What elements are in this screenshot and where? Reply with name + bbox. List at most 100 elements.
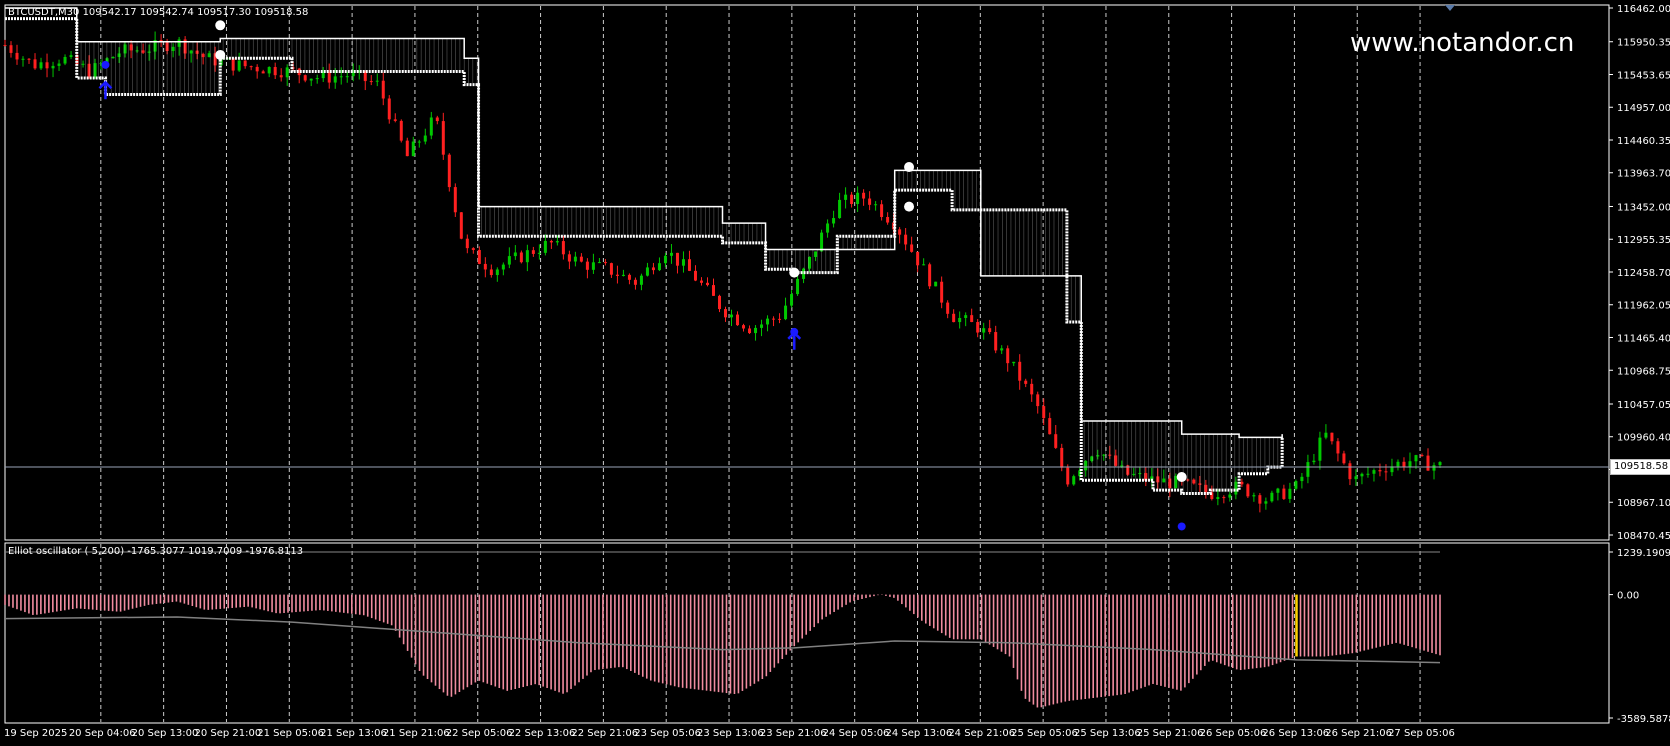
candle-body — [675, 252, 679, 266]
candle-body — [838, 199, 842, 219]
chart-header: BTCUSDT,M30 109542.17 109542.74 109517.3… — [8, 7, 308, 18]
candle-body — [423, 135, 427, 142]
candle-body — [934, 281, 938, 287]
price-axis-label: 108470.45 — [1617, 531, 1670, 542]
candle-body — [1066, 467, 1070, 485]
time-axis-label: 21 Sep 21:06 — [383, 728, 450, 739]
price-axis-label: 111465.40 — [1617, 333, 1670, 344]
candle-body — [856, 192, 860, 204]
candle-body — [1360, 473, 1364, 477]
candle-body — [63, 56, 67, 64]
price-axis-label: 115453.65 — [1617, 70, 1670, 81]
indicator-header: Elliot oscillator ( 5,200) -1765.3077 10… — [8, 546, 303, 557]
price-axis-label: 110457.05 — [1617, 400, 1670, 411]
candle-body — [699, 280, 703, 283]
candle-body — [1036, 394, 1040, 407]
candle-body — [1192, 479, 1196, 484]
candle-body — [820, 232, 824, 252]
candle-body — [832, 218, 836, 224]
time-axis-label: 23 Sep 21:06 — [760, 728, 827, 739]
candle-body — [459, 212, 463, 239]
candle-body — [585, 261, 589, 270]
candle-body — [711, 285, 715, 296]
candle-body — [850, 194, 854, 204]
time-axis-label: 25 Sep 05:06 — [1011, 728, 1078, 739]
candle-body — [417, 141, 421, 143]
candle-body — [730, 314, 734, 318]
candle-body — [1048, 418, 1052, 435]
candle-body — [874, 204, 878, 206]
price-axis-label: 115950.35 — [1617, 38, 1670, 49]
candle-body — [1312, 460, 1316, 463]
candle-body — [339, 76, 343, 78]
candle-body — [772, 318, 776, 320]
candle-body — [543, 240, 547, 253]
candle-body — [1258, 495, 1262, 504]
time-axis-label: 21 Sep 13:06 — [320, 728, 387, 739]
candle-body — [285, 67, 289, 78]
candle-body — [1186, 479, 1190, 481]
candle-body — [387, 98, 391, 120]
candle-body — [453, 187, 457, 213]
candle-body — [597, 262, 601, 264]
candle-body — [687, 259, 691, 271]
candle-body — [705, 282, 709, 286]
candle-body — [483, 263, 487, 270]
candle-body — [171, 46, 175, 51]
candle-body — [189, 50, 193, 54]
candle-body — [591, 262, 595, 270]
candle-body — [1084, 460, 1088, 471]
candle-body — [796, 278, 800, 295]
signal-dot — [904, 201, 915, 212]
candle-body — [1162, 478, 1166, 483]
candle-body — [435, 117, 439, 122]
price-axis-label: 108967.10 — [1617, 498, 1670, 509]
candle-body — [381, 80, 385, 99]
candle-body — [471, 248, 475, 250]
candle-body — [519, 252, 523, 263]
candle-body — [814, 251, 818, 257]
candle-body — [940, 281, 944, 303]
candle-body — [513, 252, 517, 257]
candle-body — [1060, 447, 1064, 468]
candle-body — [3, 45, 7, 47]
price-axis-label: 110968.75 — [1617, 366, 1670, 377]
time-axis-label: 24 Sep 21:06 — [948, 728, 1015, 739]
candle-body — [946, 302, 950, 314]
candle-body — [369, 81, 373, 83]
candle-body — [1342, 453, 1346, 464]
time-axis: 19 Sep 2025 20 Sep 04:0620 Sep 13:0020 Se… — [4, 728, 1455, 739]
candle-body — [742, 325, 746, 329]
candle-body — [693, 270, 697, 281]
candle-body — [1264, 501, 1268, 504]
time-axis-label: 20 Sep 04:06 — [69, 728, 136, 739]
candle-body — [1222, 497, 1226, 499]
candle-body — [141, 50, 145, 53]
candle-body — [639, 275, 643, 285]
time-axis-label: 19 Sep 2025 — [4, 728, 67, 739]
candle-body — [916, 251, 920, 266]
signal-dot — [1177, 522, 1186, 531]
indicator-values: -1765.3077 1019.7009 -1976.8113 — [127, 546, 304, 557]
candle-body — [1198, 483, 1202, 485]
time-axis-label: 24 Sep 13:06 — [885, 728, 952, 739]
candle-body — [982, 328, 986, 333]
candle-body — [87, 63, 91, 77]
time-axis-label: 27 Sep 05:06 — [1388, 728, 1455, 739]
candle-body — [766, 318, 770, 325]
candle-body — [1042, 406, 1046, 419]
watermark: www.notandor.cn — [1350, 28, 1575, 58]
candle-body — [1396, 461, 1400, 467]
candle-body — [309, 78, 313, 81]
candle-body — [111, 57, 115, 59]
candle-body — [1294, 481, 1298, 489]
candle-body — [603, 262, 607, 264]
candle-body — [27, 58, 31, 60]
candle-body — [1336, 441, 1340, 454]
candle-body — [1276, 488, 1280, 493]
candle-body — [1156, 476, 1160, 483]
candle-body — [952, 313, 956, 323]
chart-canvas[interactable]: 116462.00 115950.35 115453.65 114957.00 1144… — [0, 0, 1670, 746]
signal-dot — [789, 267, 800, 278]
candle-body — [1216, 497, 1220, 500]
